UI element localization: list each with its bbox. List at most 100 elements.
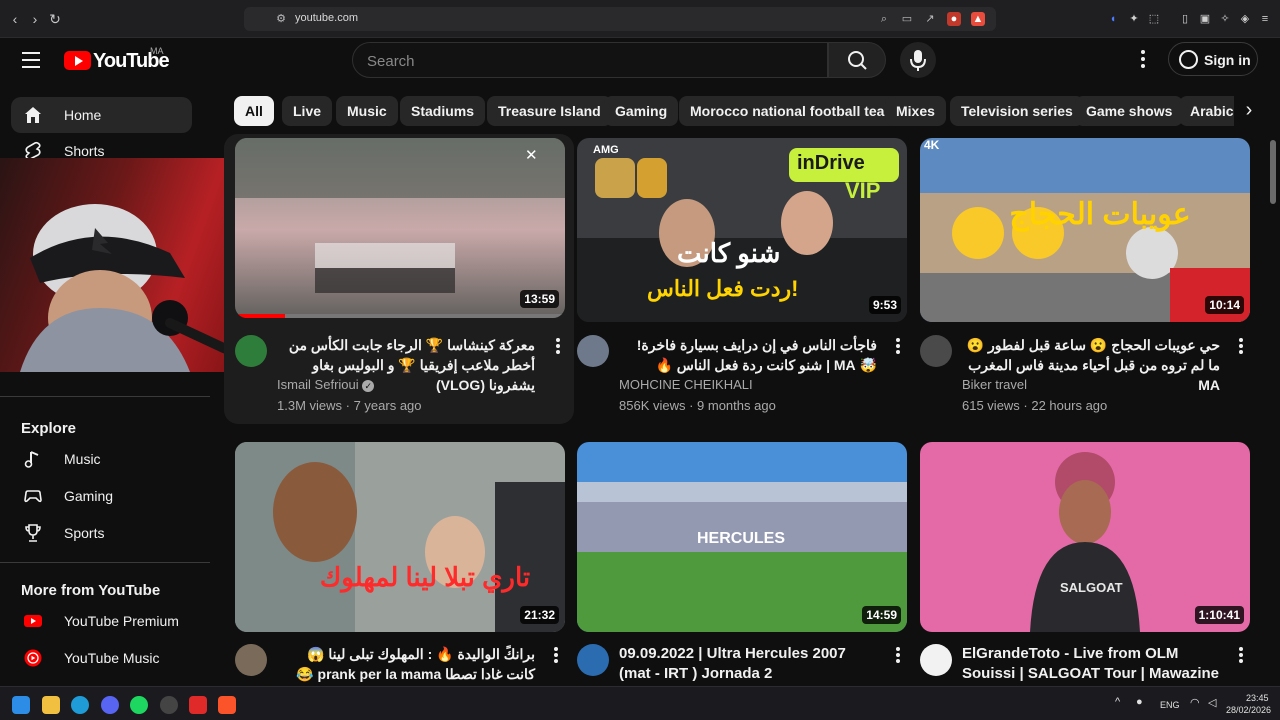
sign-in-button[interactable]: Sign in	[1168, 42, 1258, 76]
explore-heading: Explore	[21, 420, 77, 437]
vpn-icon[interactable]: ◈	[1238, 12, 1252, 26]
chip-mixes[interactable]: Mixes	[885, 96, 946, 126]
app-icon[interactable]	[189, 696, 207, 714]
zoom-icon[interactable]: ⌕	[877, 12, 891, 26]
video-meta: 1.3M views · 7 years ago	[277, 398, 422, 413]
video-thumbnail[interactable]: AMG inDrive VIP شنو كانت ردت فعل الناس! …	[577, 138, 907, 322]
language-indicator[interactable]: ENG	[1160, 700, 1180, 710]
chip-stadiums[interactable]: Stadiums	[400, 96, 486, 126]
video-title[interactable]: فاجأت الناس في إن درايف بسيارة فاخرة! 🤯 …	[619, 335, 877, 375]
leo-icon[interactable]: ✧	[1218, 12, 1232, 26]
tray-mic-icon[interactable]: ●	[1136, 696, 1143, 708]
sidebar-item-sports[interactable]: Sports	[11, 515, 192, 551]
clock-date[interactable]: 28/02/2026	[1226, 705, 1271, 715]
browser-menu-icon[interactable]: ≡	[1258, 12, 1272, 26]
menu-icon[interactable]	[22, 52, 42, 68]
brave-icon[interactable]	[218, 696, 236, 714]
category-chips: All Live Music Stadiums Treasure Island …	[234, 96, 1264, 126]
sidebar-item-label: Home	[64, 107, 102, 123]
share-icon[interactable]: ↗	[923, 12, 937, 26]
chip-music[interactable]: Music	[336, 96, 398, 126]
channel-avatar[interactable]	[920, 335, 952, 367]
video-meta: 856K views · 9 months ago	[619, 398, 776, 413]
clock-time[interactable]: 23:45	[1246, 693, 1269, 703]
video-menu-icon[interactable]	[895, 647, 901, 665]
video-thumbnail[interactable]: SALGOAT 1:10:41	[920, 442, 1250, 632]
mute-icon[interactable]: ✕	[525, 146, 547, 168]
channel-avatar[interactable]	[577, 335, 609, 367]
sidebar-item-music[interactable]: Music	[11, 441, 192, 477]
steam-icon[interactable]	[160, 696, 178, 714]
tray-chevron-icon[interactable]: ^	[1115, 696, 1120, 708]
channel-name[interactable]: MOHCINE CHEIKHALI	[619, 377, 753, 392]
voice-search-button[interactable]	[900, 42, 936, 78]
browser-toolbar: ‹ › ↻ ⌑ ⚙ youtube.com ⌕ ▭ ↗ ● ▲ ◖ ✦ ⬚ ▯ …	[0, 0, 1280, 38]
thumb-banner-text: HERCULES	[697, 530, 786, 547]
channel-name[interactable]: Biker travel	[962, 377, 1027, 392]
sidebar-item-youtube-music[interactable]: YouTube Music	[11, 640, 192, 676]
video-duration: 9:53	[868, 296, 901, 314]
video-thumbnail[interactable]: 4K عويبات الحجاج 10:14	[920, 138, 1250, 322]
chip-treasure-island[interactable]: Treasure Island	[487, 96, 612, 126]
sidebar-item-home[interactable]: Home	[11, 97, 192, 133]
search-button[interactable]	[828, 42, 886, 78]
downloads-icon[interactable]: ⬚	[1147, 12, 1161, 26]
thumb-vip-text: VIP	[845, 178, 881, 203]
sidebar-item-youtube-premium[interactable]: YouTube Premium	[11, 603, 192, 639]
channel-avatar[interactable]	[920, 644, 952, 676]
chips-next-icon[interactable]: ›	[1234, 96, 1264, 126]
search-box	[352, 42, 828, 78]
volume-icon[interactable]: ◁	[1208, 696, 1216, 709]
channel-avatar[interactable]	[235, 335, 267, 367]
spotify-icon[interactable]	[130, 696, 148, 714]
extension-audio-icon[interactable]: ◖	[1106, 12, 1120, 26]
thumb-line1-text: شنو كانت	[677, 238, 781, 268]
video-menu-icon[interactable]	[1238, 647, 1244, 665]
address-bar[interactable]: ⚙ youtube.com ⌕ ▭ ↗ ● ▲	[244, 7, 996, 31]
account-icon	[1179, 50, 1198, 69]
extensions-icon[interactable]: ✦	[1127, 12, 1141, 26]
sign-in-label: Sign in	[1204, 52, 1251, 68]
video-menu-icon[interactable]	[555, 338, 561, 356]
channel-avatar[interactable]	[235, 644, 267, 676]
brave-shield-icon[interactable]: ●	[947, 12, 961, 26]
windows-taskbar: ^ ● ENG ◠ ◁ 23:45 28/02/2026	[0, 686, 1280, 720]
forward-icon[interactable]: ›	[27, 11, 43, 27]
video-menu-icon[interactable]	[553, 647, 559, 665]
channel-avatar[interactable]	[577, 644, 609, 676]
video-thumbnail[interactable]: تاري تبلا لينا لمهلوك 21:32	[235, 442, 565, 632]
chip-game-shows[interactable]: Game shows	[1075, 96, 1184, 126]
channel-name[interactable]: Ismail Sefrioui ✓	[277, 377, 375, 392]
sidebar-divider	[0, 562, 210, 563]
discord-icon[interactable]	[101, 696, 119, 714]
thumb-title-text: عويبات الحجاج	[1009, 198, 1191, 231]
video-title[interactable]: 09.09.2022 | Ultra Hercules 2007 (mat - …	[619, 644, 877, 684]
chip-gaming[interactable]: Gaming	[604, 96, 679, 126]
video-thumbnail[interactable]: HERCULES 14:59	[577, 442, 907, 632]
wallet-icon[interactable]: ▣	[1198, 12, 1212, 26]
search-input[interactable]	[367, 51, 807, 71]
sidebar-toggle-icon[interactable]: ▯	[1178, 12, 1192, 26]
chip-television-series[interactable]: Television series	[950, 96, 1084, 126]
network-icon[interactable]: ◠	[1190, 696, 1200, 709]
sidebar-item-label: Music	[64, 451, 101, 467]
video-menu-icon[interactable]	[1238, 338, 1244, 356]
rewards-icon[interactable]: ▲	[971, 12, 985, 26]
chip-live[interactable]: Live	[282, 96, 333, 126]
more-from-youtube-heading: More from YouTube	[21, 582, 161, 599]
video-thumbnail[interactable]: ✕ 13:59	[235, 138, 565, 318]
scrollbar[interactable]	[1270, 140, 1276, 204]
site-settings-icon[interactable]: ⚙	[274, 12, 288, 26]
video-menu-icon[interactable]	[895, 338, 901, 356]
file-explorer-icon[interactable]	[42, 696, 60, 714]
url-text: youtube.com	[295, 12, 358, 24]
back-icon[interactable]: ‹	[7, 11, 23, 27]
sidebar-item-gaming[interactable]: Gaming	[11, 478, 192, 514]
chip-morocco-national-football-team[interactable]: Morocco national football team	[679, 96, 908, 126]
reload-icon[interactable]: ↻	[47, 11, 63, 27]
settings-menu-icon[interactable]	[1136, 50, 1150, 70]
cast-icon[interactable]: ▭	[900, 12, 914, 26]
windows-start-icon[interactable]	[12, 696, 30, 714]
chip-all[interactable]: All	[234, 96, 274, 126]
edge-icon[interactable]	[71, 696, 89, 714]
